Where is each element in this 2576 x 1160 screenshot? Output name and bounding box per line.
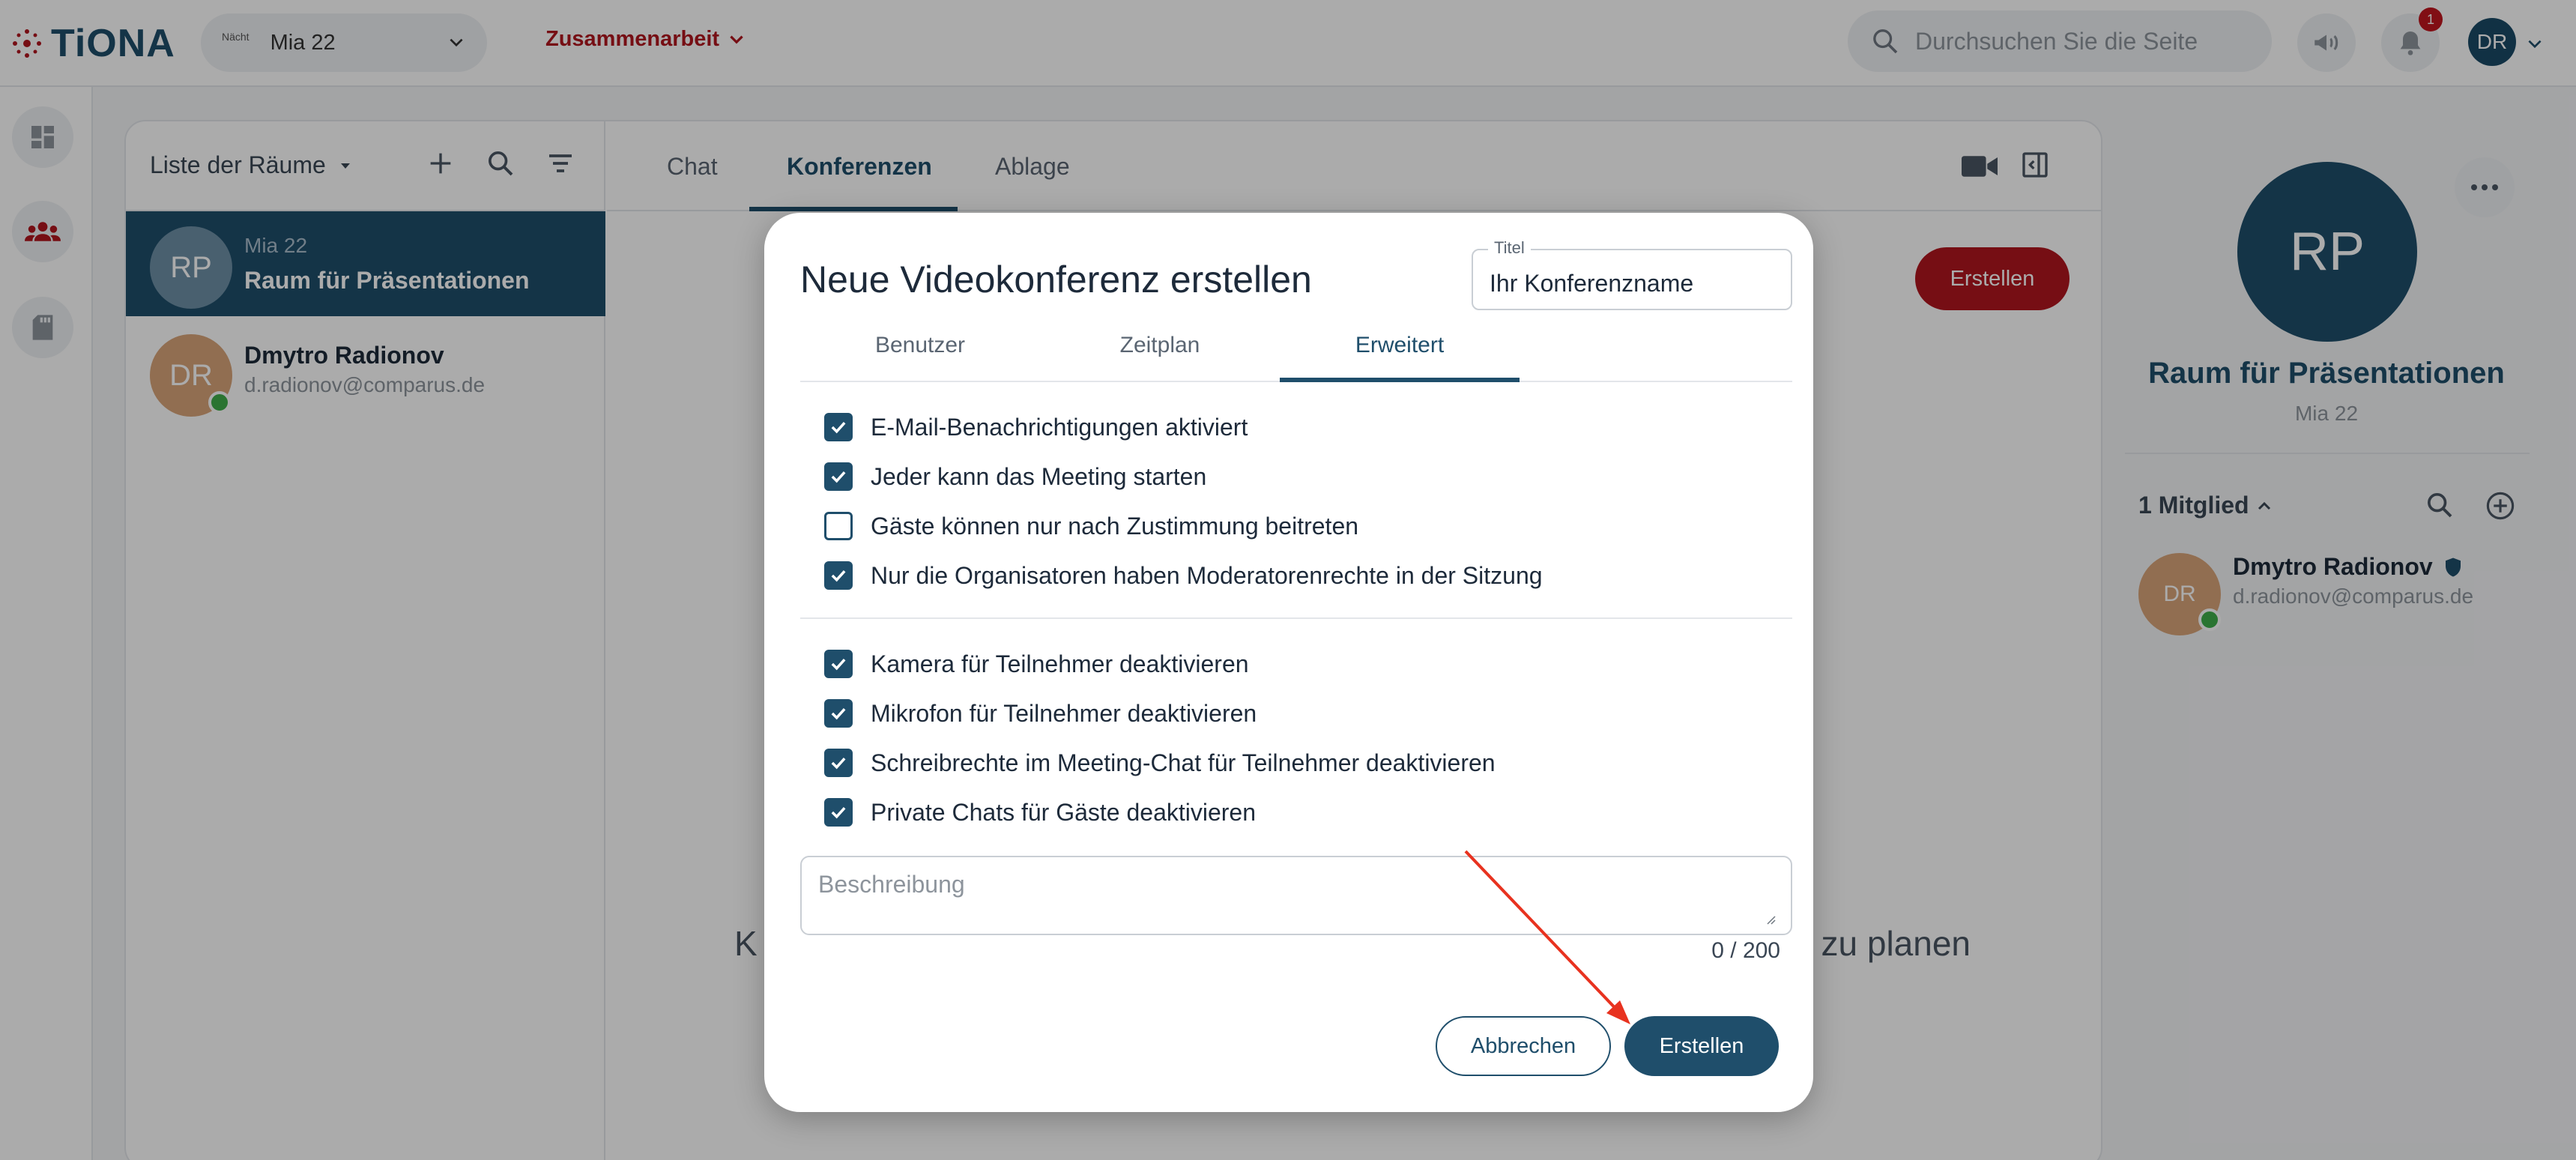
option-disable-microphone[interactable]: Mikrofon für Teilnehmer deaktivieren [824, 697, 1257, 730]
annotation-arrow-icon [1464, 850, 1630, 1024]
description-field[interactable] [800, 856, 1792, 935]
checkbox[interactable] [824, 512, 853, 540]
option-disable-chat-write[interactable]: Schreibrechte im Meeting-Chat für Teilne… [824, 746, 1496, 779]
create-button[interactable]: Erstellen [1624, 1016, 1779, 1076]
description-input[interactable] [802, 857, 1791, 934]
checkbox[interactable] [824, 413, 853, 441]
check-icon [831, 658, 846, 671]
checkbox[interactable] [824, 650, 853, 678]
option-label: Mikrofon für Teilnehmer deaktivieren [871, 699, 1257, 727]
tab-schedule[interactable]: Zeitplan [1040, 333, 1280, 358]
option-label: Private Chats für Gäste deaktivieren [871, 798, 1257, 826]
tab-advanced[interactable]: Erweitert [1280, 333, 1520, 358]
check-icon [831, 421, 846, 434]
checkbox[interactable] [824, 462, 853, 491]
resize-grip-icon[interactable] [1764, 913, 1776, 925]
checkbox[interactable] [824, 749, 853, 777]
checkbox[interactable] [824, 798, 853, 827]
option-organizers-moderators[interactable]: Nur die Organisatoren haben Moderatorenr… [824, 559, 1543, 592]
check-icon [831, 570, 846, 582]
conference-title-input[interactable] [1473, 250, 1791, 309]
option-disable-camera[interactable]: Kamera für Teilnehmer deaktivieren [824, 647, 1249, 680]
option-anyone-can-start[interactable]: Jeder kann das Meeting starten [824, 460, 1206, 493]
check-icon [831, 471, 846, 483]
tab-active-indicator [1280, 378, 1520, 382]
option-label: Nur die Organisatoren haben Moderatorenr… [871, 561, 1543, 589]
option-label: Kamera für Teilnehmer deaktivieren [871, 650, 1249, 677]
option-label: Jeder kann das Meeting starten [871, 462, 1207, 490]
option-disable-private-chats[interactable]: Private Chats für Gäste deaktivieren [824, 796, 1256, 829]
check-icon [831, 757, 846, 770]
tab-users[interactable]: Benutzer [800, 333, 1040, 358]
checkbox[interactable] [824, 561, 853, 590]
check-icon [831, 707, 846, 720]
option-label: Schreibrechte im Meeting-Chat für Teilne… [871, 749, 1496, 776]
option-label: Gäste können nur nach Zustimmung beitret… [871, 512, 1359, 540]
option-label: E-Mail-Benachrichtigungen aktiviert [871, 413, 1248, 441]
divider [800, 617, 1792, 619]
check-icon [831, 806, 846, 819]
option-guest-approval[interactable]: Gäste können nur nach Zustimmung beitret… [824, 510, 1358, 543]
conference-title-field[interactable]: Titel [1472, 238, 1792, 310]
option-email-notifications[interactable]: E-Mail-Benachrichtigungen aktiviert [824, 411, 1248, 444]
new-conference-dialog: Neue Videokonferenz erstellen Titel Benu… [764, 213, 1813, 1112]
dialog-title: Neue Videokonferenz erstellen [800, 259, 1312, 300]
checkbox[interactable] [824, 699, 853, 728]
